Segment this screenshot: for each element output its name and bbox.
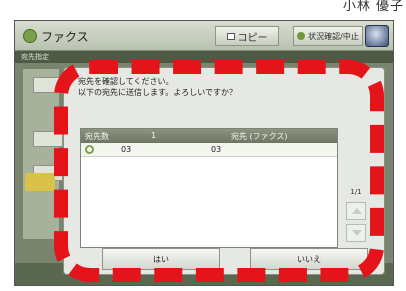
dialog-buttons: はい いいえ	[78, 248, 372, 272]
background-tab	[33, 77, 63, 93]
list-header: 宛先数 1 宛先 (ファクス)	[81, 129, 337, 143]
chevron-up-icon	[352, 208, 362, 214]
app-title: ファクス	[23, 27, 89, 45]
copy-icon	[226, 32, 235, 40]
title-bar: ファクス コピー 状況確認/中止	[15, 21, 393, 51]
background-side-panel	[23, 69, 63, 239]
column-header: 宛先数	[85, 132, 109, 141]
row-cell: 03	[211, 145, 222, 154]
dialog-message-line1: 宛先を確認してください。	[78, 77, 174, 86]
status-button[interactable]: 状況確認/中止	[293, 26, 363, 46]
no-label: いいえ	[297, 254, 321, 264]
table-row[interactable]: 03 03	[81, 143, 337, 157]
stop-button[interactable]	[365, 25, 389, 47]
column-header: 宛先 (ファクス)	[231, 132, 288, 141]
fax-icon	[23, 29, 37, 43]
dialog-message-line2: 以下の宛先に送信します。よろしいですか？	[78, 88, 237, 97]
scroll-up-button[interactable]	[346, 202, 366, 220]
copy-label: コピー	[237, 32, 268, 44]
confirm-dialog: 宛先を確認してください。 以下の宛先に送信します。よろしいですか？ 宛先数 1 …	[63, 67, 385, 275]
fax-dest-icon	[85, 145, 94, 154]
sub-bar: 宛先指定	[15, 51, 393, 63]
yes-button[interactable]: はい	[102, 248, 220, 270]
sub-title: 宛先指定	[21, 53, 49, 61]
background-tab	[33, 131, 63, 147]
page-indicator: 1/1	[350, 188, 362, 196]
row-cell: 03	[121, 145, 132, 154]
status-icon	[297, 32, 306, 40]
background-highlight-tab	[25, 173, 55, 191]
destination-list: 宛先数 1 宛先 (ファクス) 03 03	[80, 128, 338, 248]
copy-button[interactable]: コピー	[215, 26, 279, 46]
caption: 小林 優子	[342, 0, 404, 14]
column-header: 1	[151, 131, 157, 140]
scroll-down-button[interactable]	[346, 224, 366, 242]
no-button[interactable]: いいえ	[250, 248, 368, 270]
device-screen: ファクス コピー 状況確認/中止 宛先指定 宛先を確認してください。 以下の宛先…	[14, 20, 394, 286]
app-title-label: ファクス	[41, 29, 89, 44]
status-label: 状況確認/中止	[308, 31, 359, 41]
chevron-down-icon	[352, 230, 362, 236]
yes-label: はい	[153, 254, 169, 264]
